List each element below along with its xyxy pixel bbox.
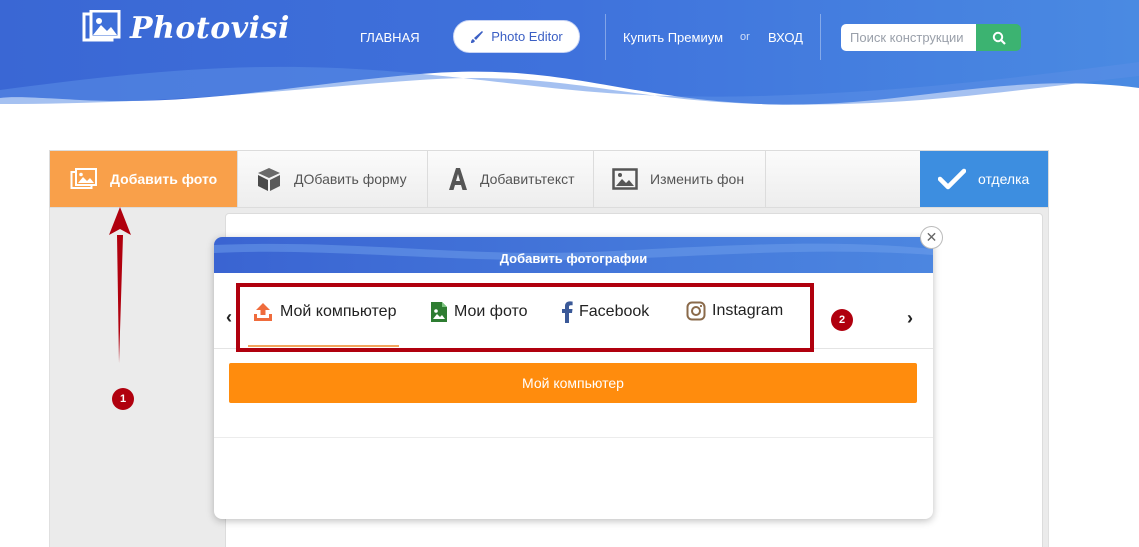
add-photo-label: Добавить фото bbox=[110, 171, 218, 187]
text-letter-icon bbox=[449, 168, 467, 190]
step-badge-2: 2 bbox=[831, 309, 853, 331]
search-input[interactable] bbox=[841, 24, 976, 51]
add-shape-label: ДОбавить форму bbox=[294, 171, 407, 187]
editor-toolbar: Добавить фото ДОбавить форму Добавитьтек… bbox=[49, 150, 1049, 208]
logo-text: Photovisi bbox=[130, 10, 290, 46]
picture-icon bbox=[612, 168, 638, 190]
tabs-scroll-right-button[interactable]: › bbox=[907, 308, 913, 329]
search-icon bbox=[992, 31, 1006, 45]
page: Photovisi ГЛАВНАЯ Photo Editor Купить Пр… bbox=[0, 0, 1139, 547]
close-dialog-button[interactable]: ✕ bbox=[920, 226, 943, 249]
toolbar-spacer bbox=[766, 151, 920, 207]
nav-home-link[interactable]: ГЛАВНАЯ bbox=[360, 30, 420, 45]
photo-editor-button[interactable]: Photo Editor bbox=[453, 20, 580, 53]
photos-icon bbox=[70, 168, 97, 189]
tabs-scroll-left-button[interactable]: ‹ bbox=[226, 307, 232, 328]
finish-label: отделка bbox=[978, 171, 1030, 187]
finish-button[interactable]: отделка bbox=[920, 151, 1048, 207]
change-background-button[interactable]: Изменить фон bbox=[594, 151, 766, 207]
nav-login-link[interactable]: ВХОД bbox=[768, 30, 803, 45]
dialog-title: Добавить фотографии bbox=[499, 251, 648, 266]
add-photos-dialog: Добавить фотографии ‹ Мой компьютер Мои bbox=[214, 237, 933, 519]
red-arrow-annotation bbox=[109, 207, 131, 363]
search-button[interactable] bbox=[976, 24, 1021, 51]
cube-icon bbox=[258, 168, 280, 191]
logo-photos-icon bbox=[82, 10, 121, 42]
brush-icon bbox=[471, 30, 484, 43]
add-photo-button[interactable]: Добавить фото bbox=[50, 151, 238, 207]
step-badge-1: 1 bbox=[112, 388, 134, 410]
nav-or-text: or bbox=[740, 31, 750, 43]
upload-from-computer-button[interactable]: Мой компьютер bbox=[229, 363, 917, 403]
highlight-frame-tabs bbox=[236, 283, 814, 352]
change-background-label: Изменить фон bbox=[650, 171, 745, 187]
add-text-label: Добавитьтекст bbox=[480, 171, 575, 187]
checkmark-icon bbox=[938, 168, 966, 190]
photovisi-logo[interactable]: Photovisi bbox=[82, 10, 290, 46]
add-shape-button[interactable]: ДОбавить форму bbox=[238, 151, 428, 207]
nav-premium-link[interactable]: Купить Премиум bbox=[623, 30, 723, 45]
photo-editor-label: Photo Editor bbox=[491, 29, 563, 44]
search-bar bbox=[841, 24, 1021, 51]
nav-divider bbox=[605, 14, 606, 60]
add-text-button[interactable]: Добавитьтекст bbox=[428, 151, 594, 207]
close-icon: ✕ bbox=[925, 229, 938, 245]
nav-divider bbox=[820, 14, 821, 60]
dialog-divider bbox=[214, 437, 933, 438]
